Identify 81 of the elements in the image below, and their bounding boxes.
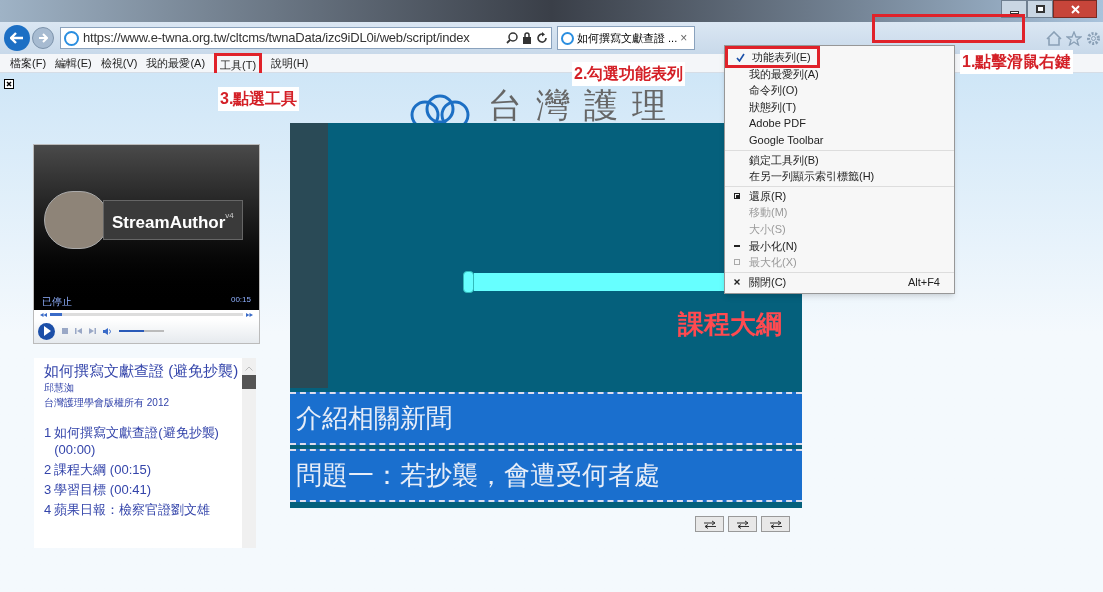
slide-band: 問題一：若抄襲，會遭受何者處 [290, 449, 802, 502]
speaker-icon[interactable] [103, 327, 112, 335]
menu-item-label: 命令列(O) [749, 83, 798, 99]
close-icon [1070, 4, 1080, 14]
menu-item-label: 在另一列顯示索引標籤(H) [749, 169, 875, 185]
scrollbar[interactable] [242, 358, 256, 548]
context-menu-item[interactable]: 最小化(N) [725, 237, 954, 255]
back-arrow-icon [10, 32, 24, 44]
menu-item[interactable]: 編輯(E) [55, 54, 92, 72]
refresh-icon [536, 32, 548, 44]
context-menu-item[interactable]: 命令列(O) [725, 82, 954, 99]
menu-item-label: 功能表列(E) [752, 50, 811, 66]
url-text: https://www.e-twna.org.tw/cltcms/twnaData/izc9iDL0i/web/script/index [83, 29, 470, 48]
context-menu-item[interactable]: Adobe PDF [725, 115, 954, 132]
fast-forward-icon[interactable] [246, 312, 253, 317]
context-menu-item[interactable]: 還原(R) [725, 187, 954, 205]
menu-item-label: Adobe PDF [749, 116, 806, 132]
logo-text: StreamAuthor [112, 211, 226, 234]
lock-icon [522, 32, 532, 44]
menu-item[interactable]: 說明(H) [271, 54, 309, 72]
context-menu-item[interactable]: 我的最愛列(A) [725, 65, 954, 83]
close-icon [734, 279, 740, 285]
slide-nav-button[interactable] [761, 516, 790, 532]
menu-item-label: 最小化(N) [749, 238, 798, 254]
scroll-thumb[interactable] [242, 375, 256, 389]
close-button[interactable] [1053, 0, 1097, 18]
player-status: 已停止 [42, 295, 72, 309]
broken-image-icon [4, 79, 14, 89]
course-title: 如何撰寫文獻查證 (避免抄襲) [44, 362, 240, 380]
arrows-icon [702, 519, 717, 529]
chapter-link[interactable]: 2 課程大綱 (00:15) [44, 461, 242, 478]
chapter-link[interactable]: 3 學習目標 (00:41) [44, 481, 242, 498]
search-icon [506, 32, 518, 44]
menu-item-label: 移動(M) [749, 205, 788, 221]
tab-close-button[interactable]: × [680, 29, 688, 47]
back-button[interactable] [4, 25, 30, 51]
player-time: 00:15 [230, 294, 251, 306]
menu-item[interactable]: 檢視(V) [100, 54, 138, 72]
context-menu-item[interactable]: 關閉(C) Alt+F4 [725, 273, 954, 291]
context-menu-item[interactable]: 在另一列顯示索引標籤(H) [725, 168, 954, 185]
chapter-link[interactable]: 1 如何撰寫文獻查證(避免抄襲) (00:00) [44, 424, 242, 458]
menu-item-label: 大小(S) [749, 222, 786, 237]
menu-item[interactable]: 我的最愛(A) [146, 54, 206, 72]
forward-button[interactable] [32, 27, 54, 49]
step-annotation: 3.點選工具 [218, 87, 300, 111]
arrows-icon [768, 519, 783, 529]
menu-item-label: 狀態列(T) [749, 99, 797, 115]
slide-nav-button[interactable] [695, 516, 724, 532]
restore-icon [734, 193, 740, 200]
slide-nav-button[interactable] [728, 516, 757, 532]
rewind-icon[interactable] [40, 312, 47, 317]
progress-track[interactable] [50, 313, 243, 316]
slide-band: 介紹相關新聞 [290, 392, 802, 445]
address-field[interactable]: https://www.e-twna.org.tw/cltcms/twnaData/izc9iDL0i/web/script/index [60, 27, 552, 49]
menu-item-label: 最大化(X) [749, 255, 797, 271]
play-button[interactable] [38, 322, 55, 340]
menu-item[interactable]: 檔案(F) [10, 54, 47, 72]
version-text: v4 [225, 209, 234, 220]
course-copyright: 台灣護理學會版權所有 2012 [44, 396, 171, 410]
forward-arrow-icon [38, 33, 48, 43]
context-menu-item[interactable]: 狀態列(T) [725, 98, 954, 116]
chapter-link[interactable]: 4 蘋果日報：檢察官證劉文雄 [44, 501, 242, 518]
tab-title: 如何撰寫文獻查證 ... [577, 30, 678, 46]
site-title: 台灣護理 [488, 87, 680, 123]
star-icon[interactable] [1066, 30, 1082, 46]
menu-item-label: 鎖定工具列(B) [749, 152, 819, 168]
arrows-icon [735, 519, 750, 529]
context-menu-item[interactable]: 鎖定工具列(B) [725, 151, 954, 169]
menu-item-label: 還原(R) [749, 188, 787, 204]
step-annotation: 1.點擊滑鼠右鍵 [960, 50, 1074, 74]
restore-button[interactable] [1027, 0, 1053, 18]
course-author: 邱慧洳 [44, 381, 75, 395]
browser-tab[interactable]: 如何撰寫文獻查證 ... × [557, 26, 695, 50]
maximize-icon [734, 259, 740, 266]
menu-item-label: Google Toolbar [749, 133, 824, 148]
menu-item-label: 我的最愛列(A) [749, 66, 819, 82]
menu-item-label: 關閉(C) [749, 274, 787, 290]
context-menu-item[interactable]: Google Toolbar [725, 131, 954, 149]
slide-heading: 課程大綱 [678, 309, 782, 339]
step-annotation: 2.勾選功能表列 [572, 62, 686, 86]
minimize-icon [734, 244, 740, 247]
